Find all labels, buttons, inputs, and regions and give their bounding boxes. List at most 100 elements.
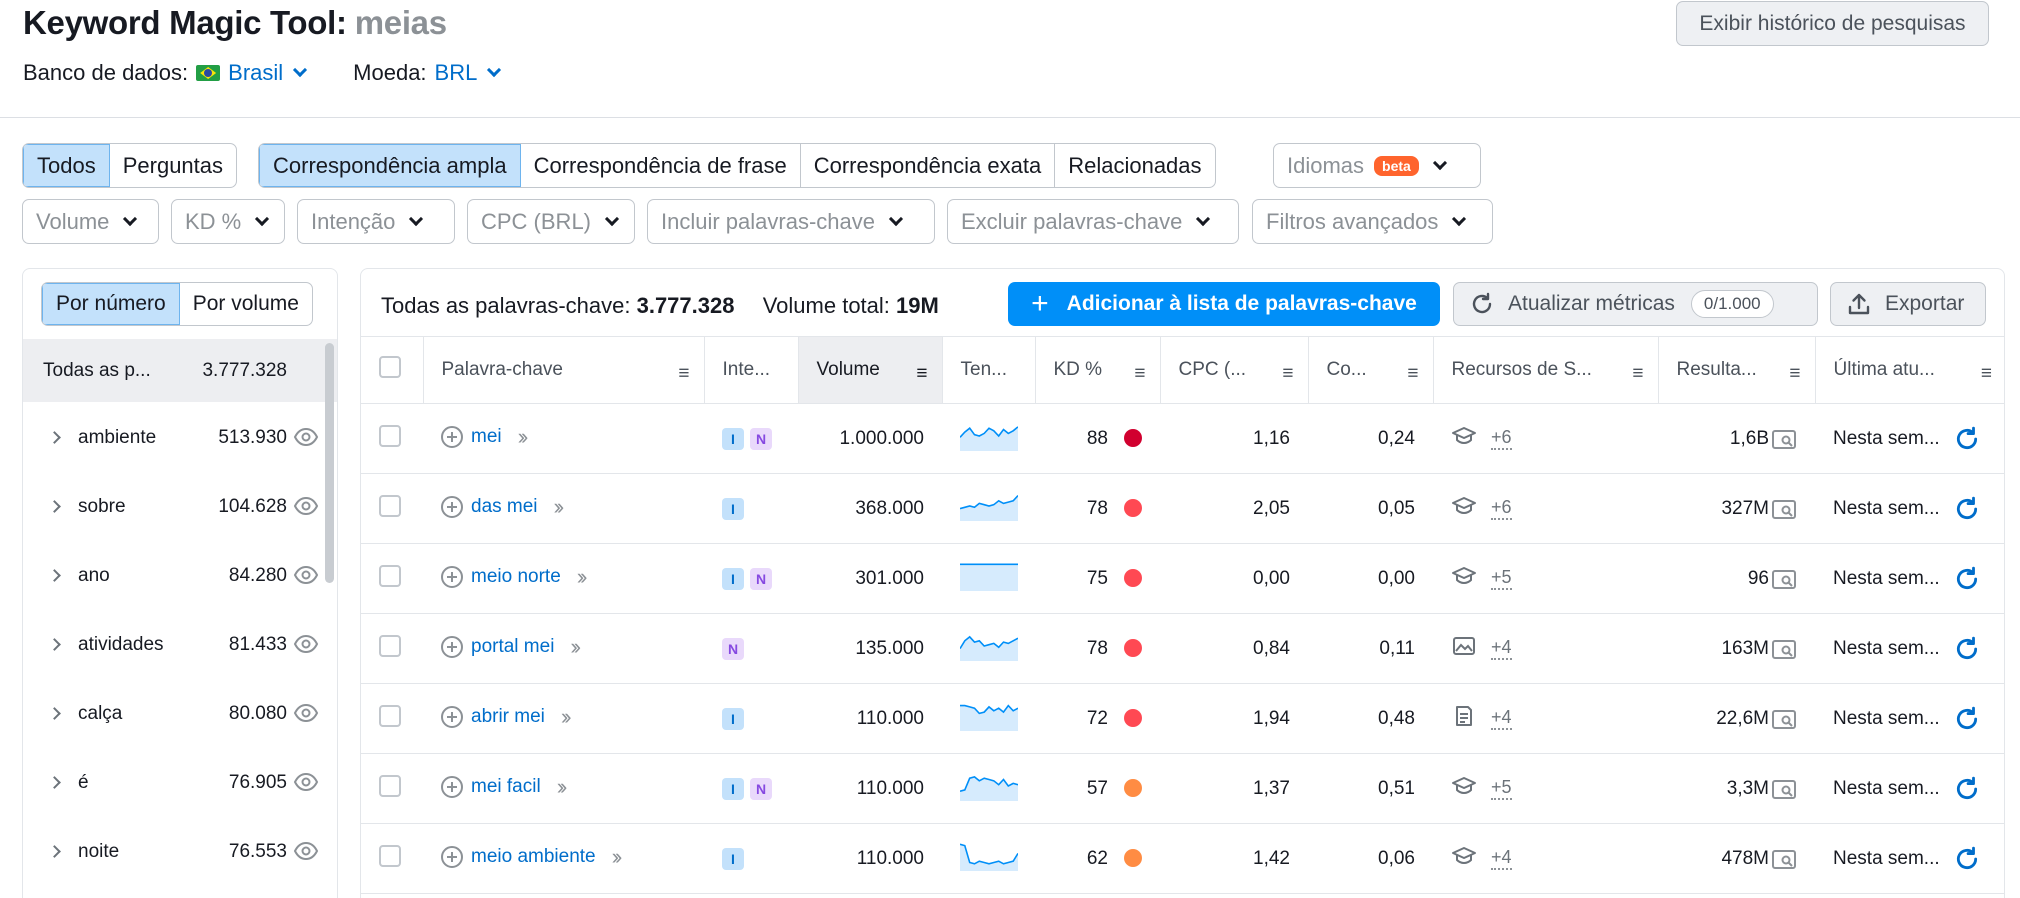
sort-by-number-button[interactable]: Por número bbox=[42, 283, 180, 325]
keyword-link[interactable]: mei bbox=[471, 426, 502, 448]
serp-preview-icon[interactable] bbox=[1771, 568, 1797, 590]
double-chevron-right-icon[interactable]: ›› bbox=[570, 634, 580, 660]
advanced-filters-dropdown[interactable]: Filtros avançados bbox=[1252, 199, 1493, 244]
refresh-icon[interactable] bbox=[1954, 426, 1980, 452]
chevron-right-icon[interactable] bbox=[48, 638, 61, 651]
double-chevron-right-icon[interactable]: ›› bbox=[518, 424, 528, 450]
row-checkbox[interactable] bbox=[379, 634, 401, 657]
row-checkbox[interactable] bbox=[379, 564, 401, 587]
cpc-filter-dropdown[interactable]: CPC (BRL) bbox=[467, 199, 635, 244]
double-chevron-right-icon[interactable]: ›› bbox=[561, 704, 571, 730]
all-keywords-group[interactable]: Todas as p... 3.777.328 bbox=[23, 339, 337, 402]
keyword-group-item[interactable]: ambiente 513.930 bbox=[23, 403, 337, 472]
chevron-right-icon[interactable] bbox=[48, 776, 61, 789]
column-header-results[interactable]: Resulta... ≡ bbox=[1658, 336, 1816, 404]
languages-dropdown[interactable]: Idiomas beta bbox=[1273, 143, 1481, 188]
trend-sparkline[interactable] bbox=[960, 703, 1019, 736]
refresh-icon[interactable] bbox=[1954, 496, 1980, 522]
tab-all[interactable]: Todos bbox=[23, 144, 110, 187]
double-chevron-right-icon[interactable]: ›› bbox=[577, 564, 587, 590]
row-checkbox[interactable] bbox=[379, 424, 401, 447]
row-checkbox[interactable] bbox=[379, 704, 401, 727]
sort-by-volume-button[interactable]: Por volume bbox=[180, 283, 312, 325]
eye-icon[interactable] bbox=[293, 496, 319, 522]
add-keyword-icon[interactable] bbox=[441, 775, 463, 798]
eye-icon[interactable] bbox=[293, 565, 319, 591]
tab-questions[interactable]: Perguntas bbox=[110, 144, 236, 187]
add-keyword-icon[interactable] bbox=[441, 635, 463, 658]
tab-broad-match[interactable]: Correspondência ampla bbox=[259, 144, 521, 187]
eye-icon[interactable] bbox=[293, 634, 319, 660]
search-history-button[interactable]: Exibir histórico de pesquisas bbox=[1676, 1, 1989, 46]
column-header-keyword[interactable]: Palavra-chave ≡ bbox=[423, 336, 705, 404]
currency-selector[interactable]: BRL bbox=[435, 60, 502, 86]
keyword-group-item[interactable]: calça 80.080 bbox=[23, 679, 337, 748]
chevron-right-icon[interactable] bbox=[48, 707, 61, 720]
row-checkbox[interactable] bbox=[379, 774, 401, 797]
trend-sparkline[interactable] bbox=[959, 843, 1019, 876]
add-keyword-icon[interactable] bbox=[441, 425, 463, 448]
add-to-keyword-list-button[interactable]: + Adicionar à lista de palavras-chave bbox=[1008, 282, 1440, 326]
trend-sparkline[interactable] bbox=[959, 775, 1019, 806]
more-features-link[interactable]: +5 bbox=[1491, 777, 1512, 800]
exclude-keywords-dropdown[interactable]: Excluir palavras-chave bbox=[947, 199, 1239, 244]
keyword-link[interactable]: abrir mei bbox=[471, 706, 545, 728]
add-keyword-icon[interactable] bbox=[441, 495, 463, 518]
refresh-icon[interactable] bbox=[1954, 706, 1980, 732]
chevron-right-icon[interactable] bbox=[48, 500, 61, 513]
trend-sparkline[interactable] bbox=[960, 562, 1018, 596]
add-keyword-icon[interactable] bbox=[441, 565, 463, 588]
serp-preview-icon[interactable] bbox=[1771, 638, 1797, 660]
select-all-checkbox[interactable] bbox=[379, 356, 401, 378]
column-header-trend[interactable]: Ten... bbox=[942, 336, 1036, 404]
more-features-link[interactable]: +4 bbox=[1491, 847, 1512, 870]
keyword-link[interactable]: mei facil bbox=[471, 776, 541, 798]
eye-icon[interactable] bbox=[293, 427, 319, 453]
more-features-link[interactable]: +6 bbox=[1491, 497, 1512, 520]
keyword-link[interactable]: portal mei bbox=[471, 636, 554, 658]
double-chevron-right-icon[interactable]: ›› bbox=[557, 774, 567, 800]
update-metrics-button[interactable]: Atualizar métricas 0/1.000 bbox=[1453, 282, 1818, 326]
serp-preview-icon[interactable] bbox=[1771, 708, 1797, 730]
more-features-link[interactable]: +6 bbox=[1491, 427, 1512, 450]
column-header-competition[interactable]: Co... ≡ bbox=[1308, 336, 1434, 404]
eye-icon[interactable] bbox=[293, 703, 319, 729]
trend-sparkline[interactable] bbox=[959, 494, 1019, 526]
column-header-intent[interactable]: Inte... bbox=[704, 336, 799, 404]
add-keyword-icon[interactable] bbox=[441, 705, 463, 728]
column-header-kd[interactable]: KD % ≡ bbox=[1035, 336, 1161, 404]
more-features-link[interactable]: +4 bbox=[1491, 637, 1512, 660]
keyword-group-item[interactable]: noite 76.553 bbox=[23, 817, 337, 886]
eye-icon[interactable] bbox=[293, 772, 319, 798]
refresh-icon[interactable] bbox=[1954, 566, 1980, 592]
kd-filter-dropdown[interactable]: KD % bbox=[171, 199, 285, 244]
keyword-group-item[interactable]: é 76.905 bbox=[23, 748, 337, 817]
column-header-serp-features[interactable]: Recursos de S... ≡ bbox=[1433, 336, 1659, 404]
serp-preview-icon[interactable] bbox=[1771, 498, 1797, 520]
keyword-group-item[interactable]: atividades 81.433 bbox=[23, 610, 337, 679]
refresh-icon[interactable] bbox=[1954, 846, 1980, 872]
keyword-group-item[interactable]: ano 84.280 bbox=[23, 541, 337, 610]
serp-preview-icon[interactable] bbox=[1771, 778, 1797, 800]
column-header-volume[interactable]: Volume ≡ bbox=[798, 336, 943, 404]
add-keyword-icon[interactable] bbox=[441, 845, 463, 868]
refresh-icon[interactable] bbox=[1954, 636, 1980, 662]
trend-sparkline[interactable] bbox=[959, 425, 1019, 456]
include-keywords-dropdown[interactable]: Incluir palavras-chave bbox=[647, 199, 935, 244]
intent-filter-dropdown[interactable]: Intenção bbox=[297, 199, 455, 244]
more-features-link[interactable]: +4 bbox=[1491, 707, 1512, 730]
column-header-last-update[interactable]: Última atu... ≡ bbox=[1815, 336, 2004, 404]
column-header-cpc[interactable]: CPC (... ≡ bbox=[1160, 336, 1309, 404]
chevron-right-icon[interactable] bbox=[48, 431, 61, 444]
serp-preview-icon[interactable] bbox=[1771, 428, 1797, 450]
refresh-icon[interactable] bbox=[1954, 776, 1980, 802]
chevron-right-icon[interactable] bbox=[48, 569, 61, 582]
database-selector[interactable]: Brasil bbox=[228, 60, 308, 86]
tab-related[interactable]: Relacionadas bbox=[1055, 144, 1214, 187]
tab-exact-match[interactable]: Correspondência exata bbox=[801, 144, 1056, 187]
keyword-link[interactable]: meio ambiente bbox=[471, 846, 596, 868]
search-query[interactable]: meias bbox=[355, 4, 447, 41]
row-checkbox[interactable] bbox=[379, 844, 401, 867]
trend-sparkline[interactable] bbox=[959, 635, 1019, 666]
keyword-group-item[interactable]: sobre 104.628 bbox=[23, 472, 337, 541]
